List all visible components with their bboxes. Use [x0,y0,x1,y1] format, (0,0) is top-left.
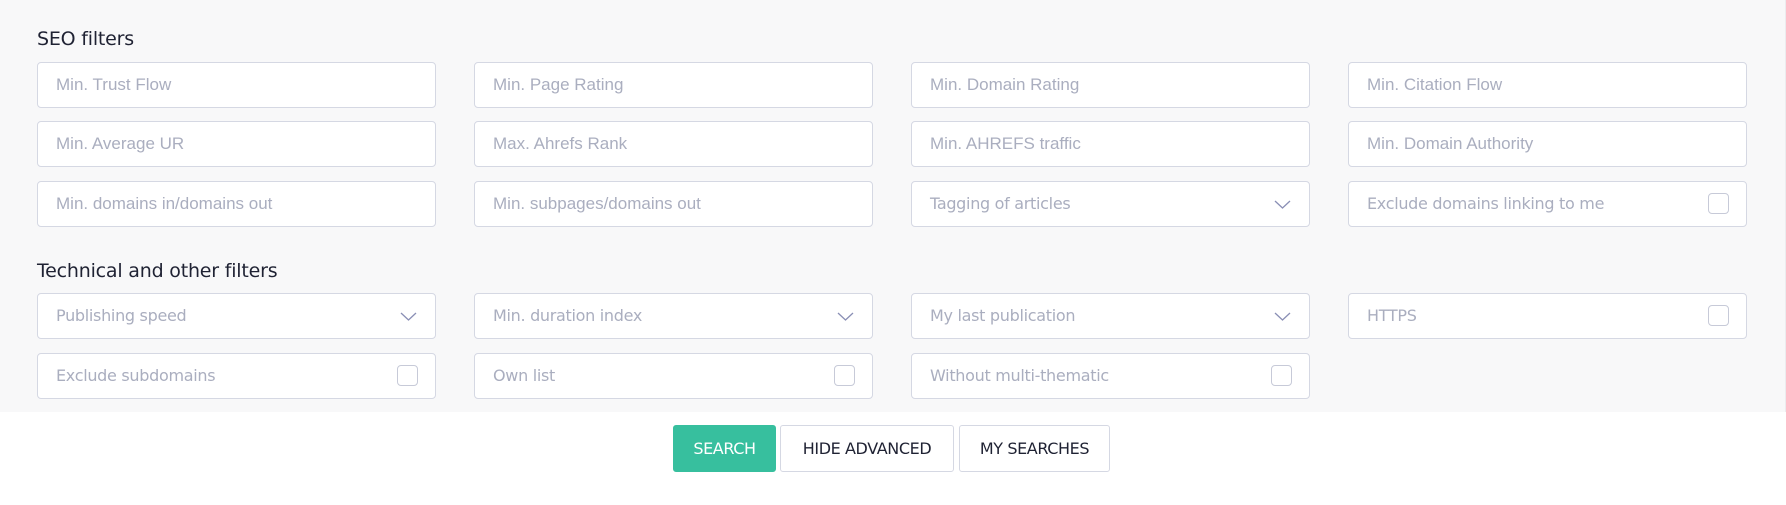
without-multi-thematic-option[interactable]: Without multi-thematic [911,353,1310,399]
advanced-filters-panel: SEO filters Tagging of articles Exclude … [0,0,1786,412]
https-option[interactable]: HTTPS [1348,293,1747,339]
min-ahrefs-traffic-input[interactable] [912,122,1309,166]
exclude-domains-linking-to-me-label: Exclude domains linking to me [1367,194,1605,213]
max-ahrefs-rank-field[interactable] [474,121,873,167]
publishing-speed-label: Publishing speed [56,306,187,325]
own-list-option[interactable]: Own list [474,353,873,399]
hide-advanced-button[interactable]: HIDE ADVANCED [780,425,954,472]
my-searches-button[interactable]: MY SEARCHES [959,425,1110,472]
min-domain-authority-field[interactable] [1348,121,1747,167]
own-list-label: Own list [493,366,556,385]
chevron-down-icon [1274,200,1291,209]
min-domain-rating-input[interactable] [912,63,1309,107]
min-trust-flow-input[interactable] [38,63,435,107]
without-multi-thematic-label: Without multi-thematic [930,366,1109,385]
min-domains-in-out-field[interactable] [37,181,436,227]
min-subpages-domains-out-field[interactable] [474,181,873,227]
search-button[interactable]: SEARCH [673,425,776,472]
min-citation-flow-field[interactable] [1348,62,1747,108]
exclude-subdomains-option[interactable]: Exclude subdomains [37,353,436,399]
own-list-checkbox[interactable] [834,365,855,386]
min-duration-index-select[interactable]: Min. duration index [474,293,873,339]
seo-filters-heading: SEO filters [37,28,134,50]
min-citation-flow-input[interactable] [1349,63,1746,107]
https-checkbox[interactable] [1708,305,1729,326]
technical-filters-heading: Technical and other filters [37,260,278,282]
my-last-publication-label: My last publication [930,306,1076,325]
min-average-ur-field[interactable] [37,121,436,167]
min-page-rating-field[interactable] [474,62,873,108]
without-multi-thematic-checkbox[interactable] [1271,365,1292,386]
chevron-down-icon [400,312,417,321]
min-average-ur-input[interactable] [38,122,435,166]
my-last-publication-select[interactable]: My last publication [911,293,1310,339]
publishing-speed-select[interactable]: Publishing speed [37,293,436,339]
tagging-of-articles-select[interactable]: Tagging of articles [911,181,1310,227]
min-domain-authority-input[interactable] [1349,122,1746,166]
min-trust-flow-field[interactable] [37,62,436,108]
min-subpages-domains-out-input[interactable] [475,182,872,226]
chevron-down-icon [837,312,854,321]
exclude-domains-linking-to-me-checkbox[interactable] [1708,193,1729,214]
max-ahrefs-rank-input[interactable] [475,122,872,166]
tagging-of-articles-label: Tagging of articles [930,194,1071,213]
exclude-subdomains-label: Exclude subdomains [56,366,216,385]
min-page-rating-input[interactable] [475,63,872,107]
min-domain-rating-field[interactable] [911,62,1310,108]
min-duration-index-label: Min. duration index [493,306,643,325]
min-domains-in-out-input[interactable] [38,182,435,226]
min-ahrefs-traffic-field[interactable] [911,121,1310,167]
chevron-down-icon [1274,312,1291,321]
exclude-domains-linking-to-me-option[interactable]: Exclude domains linking to me [1348,181,1747,227]
exclude-subdomains-checkbox[interactable] [397,365,418,386]
https-label: HTTPS [1367,306,1417,325]
